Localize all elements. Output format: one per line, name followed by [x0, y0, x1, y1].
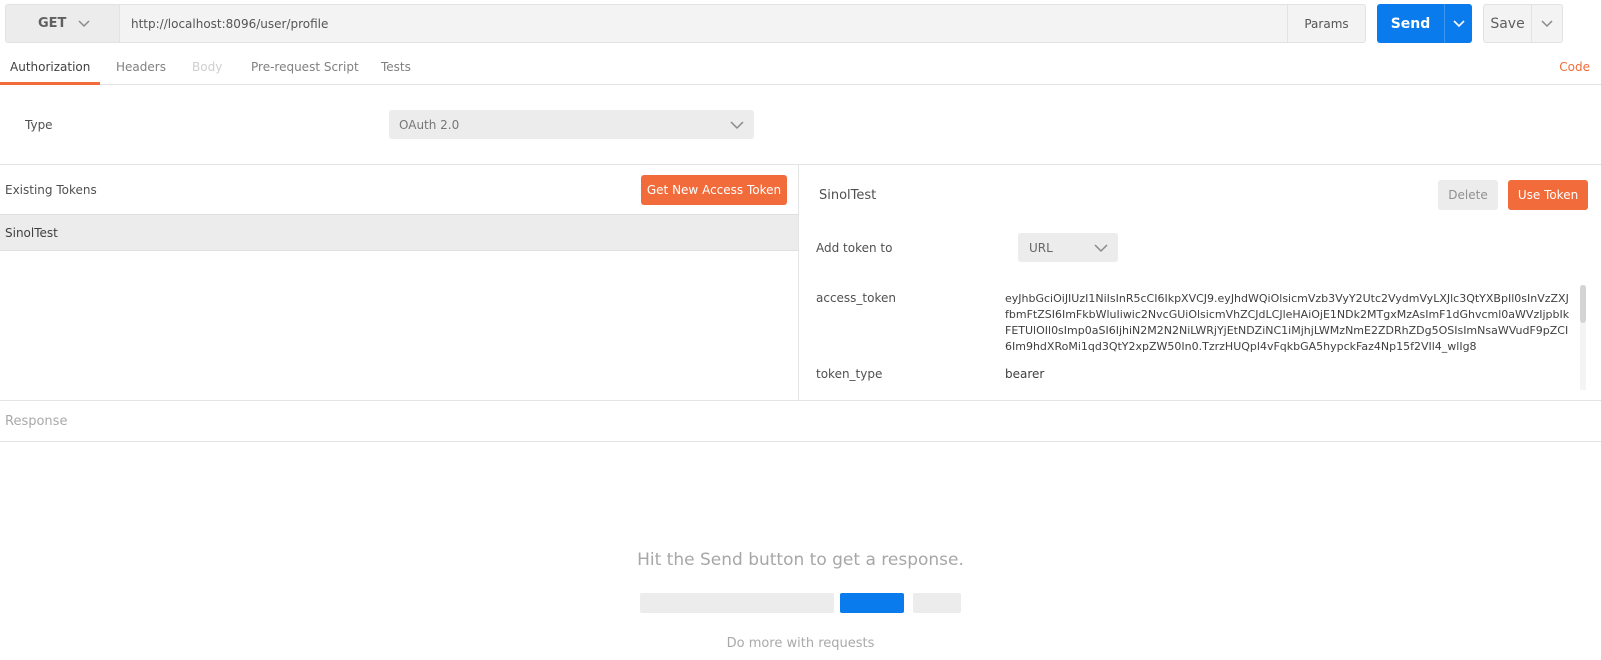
- chevron-down-icon: [78, 17, 90, 31]
- use-token-button[interactable]: Use Token: [1508, 180, 1588, 210]
- method-label: GET: [38, 16, 67, 31]
- token-type-label: token_type: [816, 367, 883, 381]
- chevron-down-icon: [1094, 242, 1108, 256]
- token-type-value: bearer: [1005, 367, 1045, 381]
- save-options-button[interactable]: [1531, 5, 1562, 42]
- url-input[interactable]: http://localhost:8096/user/profile: [120, 4, 1287, 43]
- existing-tokens-pane: Existing Tokens Get New Access Token Sin…: [0, 165, 799, 400]
- chevron-down-icon: [1452, 19, 1465, 27]
- get-new-access-token-button[interactable]: Get New Access Token: [641, 175, 787, 205]
- token-details-pane: SinolTest Delete Use Token Add token to …: [800, 165, 1601, 400]
- existing-tokens-label: Existing Tokens: [5, 183, 97, 197]
- add-token-to-value: URL: [1029, 240, 1053, 255]
- auth-type-value: OAuth 2.0: [399, 117, 460, 132]
- tab-pre-request-script[interactable]: Pre-request Script: [251, 50, 359, 84]
- chevron-down-icon: [730, 119, 744, 133]
- placeholder-bar: [640, 593, 834, 613]
- selected-token-name: SinolTest: [819, 188, 877, 203]
- add-token-to-select[interactable]: URL: [1018, 233, 1118, 262]
- details-scrollbar-thumb[interactable]: [1580, 285, 1586, 323]
- add-token-to-label: Add token to: [816, 241, 893, 255]
- response-header: Response: [0, 402, 1601, 442]
- request-tabs: Authorization Headers Body Pre-request S…: [0, 50, 1601, 85]
- send-options-button[interactable]: [1444, 4, 1472, 43]
- request-bar: GET http://localhost:8096/user/profile P…: [5, 4, 1590, 44]
- code-link[interactable]: Code: [1559, 50, 1590, 84]
- active-tab-indicator: [0, 82, 100, 85]
- send-label: Send: [1390, 15, 1431, 32]
- method-select[interactable]: GET: [5, 4, 120, 43]
- send-button[interactable]: Send: [1377, 4, 1472, 43]
- tab-authorization[interactable]: Authorization: [10, 50, 90, 84]
- chevron-down-icon: [1541, 19, 1553, 27]
- placeholder-button: [840, 593, 904, 613]
- tab-body[interactable]: Body: [192, 50, 222, 84]
- access-token-label: access_token: [816, 291, 896, 305]
- auth-type-label: Type: [25, 118, 53, 132]
- response-hint: Hit the Send button to get a response.: [637, 550, 964, 570]
- tab-tests[interactable]: Tests: [381, 50, 411, 84]
- delete-token-button[interactable]: Delete: [1438, 180, 1498, 210]
- save-label: Save: [1490, 15, 1525, 32]
- do-more-with-requests: Do more with requests: [726, 636, 875, 651]
- auth-type-select[interactable]: OAuth 2.0: [389, 110, 754, 139]
- token-list-item[interactable]: SinolTest: [0, 214, 798, 251]
- save-button[interactable]: Save: [1483, 4, 1563, 43]
- placeholder-bar: [913, 593, 961, 613]
- tab-headers[interactable]: Headers: [116, 50, 166, 84]
- tokens-panel: Existing Tokens Get New Access Token Sin…: [0, 164, 1601, 401]
- access-token-value: eyJhbGciOiJIUzI1NiIsInR5cCI6IkpXVCJ9.eyJ…: [1005, 292, 1570, 353]
- params-button[interactable]: Params: [1287, 4, 1366, 43]
